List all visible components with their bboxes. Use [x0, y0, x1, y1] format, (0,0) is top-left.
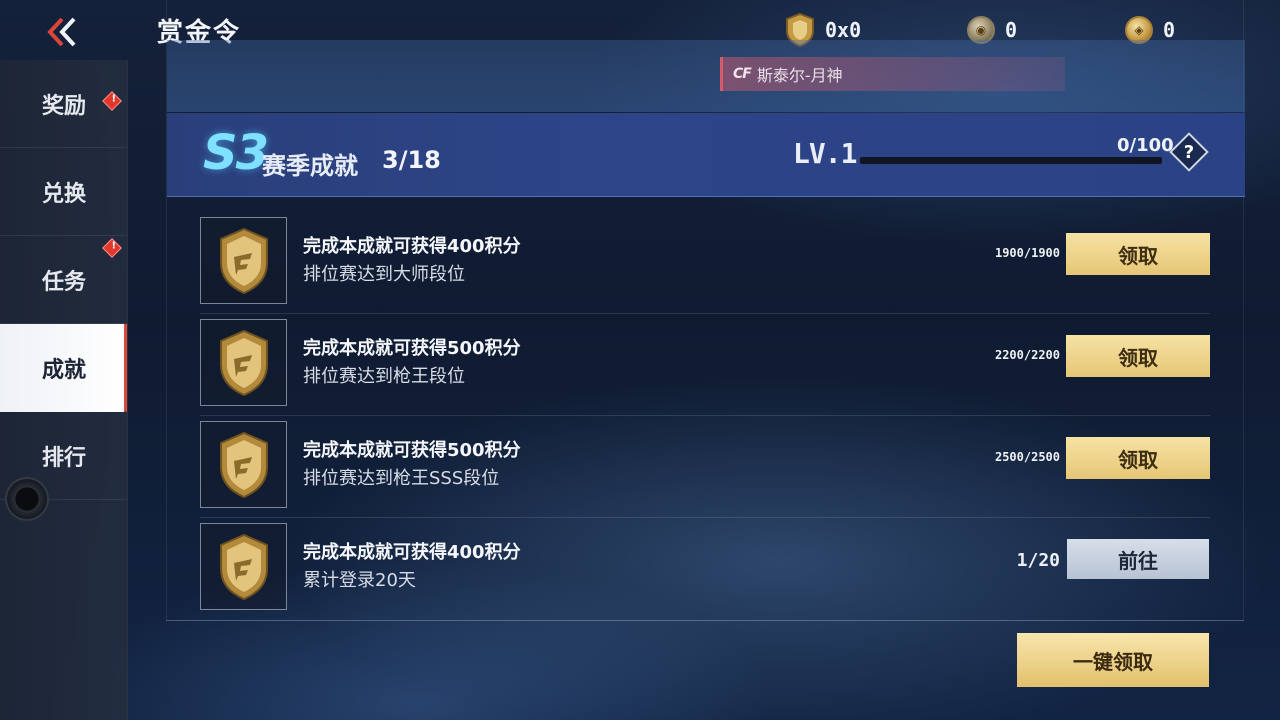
season-code: S3	[203, 125, 269, 181]
achievement-list: 完成本成就可获得400积分 排位赛达到大师段位 1900/1900 领取 完成本…	[200, 212, 1210, 620]
claim-button[interactable]: 领取	[1066, 233, 1210, 275]
list-item: 完成本成就可获得500积分 排位赛达到枪王SSS段位 2500/2500 领取	[200, 416, 1210, 518]
season-count: 3/18	[382, 146, 441, 174]
main-panel: CF 斯泰尔-月神 S3 赛季成就 3/18 LV.1 0/100 ? 完成本成…	[166, 0, 1245, 620]
claim-button[interactable]: 领取	[1066, 335, 1210, 377]
achievement-title: 完成本成就可获得500积分	[303, 338, 521, 359]
achievement-badge	[200, 217, 287, 304]
help-button[interactable]: ?	[1169, 132, 1209, 172]
claim-all-button[interactable]: 一键领取	[1017, 633, 1209, 687]
weapon-name: 斯泰尔-月神	[756, 66, 843, 85]
claim-button[interactable]: 领取	[1066, 437, 1210, 479]
sidebar-item-achievements[interactable]: 成就	[0, 324, 127, 412]
sidebar-item-label: 成就	[42, 357, 87, 383]
floating-joystick[interactable]	[5, 477, 49, 521]
alert-icon: !	[102, 238, 122, 258]
list-item: 完成本成就可获得400积分 排位赛达到大师段位 1900/1900 领取	[200, 212, 1210, 314]
gold-shield-badge-icon	[219, 431, 268, 498]
xp-text: 0/100	[1117, 135, 1174, 156]
achievement-desc: 排位赛达到枪王段位	[303, 366, 465, 387]
achievement-desc: 累计登录20天	[303, 570, 416, 591]
season-bar: S3 赛季成就 3/18 LV.1 0/100 ?	[167, 113, 1245, 197]
season-label: 赛季成就	[262, 152, 358, 180]
sidebar-item-label: 兑换	[42, 181, 87, 207]
gold-shield-badge-icon	[219, 329, 268, 396]
sidebar-item-tasks[interactable]: 任务 !	[0, 236, 127, 324]
achievement-badge	[200, 421, 287, 508]
list-item: 完成本成就可获得400积分 累计登录20天 1/20 前往	[200, 518, 1210, 620]
achievement-progress: 1900/1900	[994, 246, 1060, 260]
achievement-desc: 排位赛达到大师段位	[303, 264, 465, 285]
achievement-title: 完成本成就可获得400积分	[303, 542, 521, 563]
sidebar-item-label: 奖励	[42, 93, 87, 119]
gold-shield-badge-icon	[219, 533, 268, 600]
xp-progress-bar	[860, 157, 1162, 164]
achievement-badge	[200, 319, 287, 406]
double-chevron-left-icon	[47, 17, 76, 47]
gold-shield-badge-icon	[219, 227, 268, 294]
achievement-desc: 排位赛达到枪王SSS段位	[303, 468, 500, 489]
list-item: 完成本成就可获得500积分 排位赛达到枪王段位 2200/2200 领取	[200, 314, 1210, 416]
achievement-title: 完成本成就可获得400积分	[303, 236, 521, 257]
divider	[166, 620, 1244, 621]
go-button[interactable]: 前往	[1067, 539, 1209, 579]
achievement-progress: 2200/2200	[994, 348, 1060, 362]
level-text: LV.1	[793, 137, 857, 170]
achievement-progress: 2500/2500	[994, 450, 1060, 464]
weapon-name-tag: CF 斯泰尔-月神	[720, 57, 1065, 91]
cf-logo-icon: CF	[733, 66, 752, 82]
achievement-title: 完成本成就可获得500积分	[303, 440, 521, 461]
sidebar-item-label: 任务	[42, 269, 87, 295]
sidebar-item-rewards[interactable]: 奖励 !	[0, 60, 127, 148]
banner-strip	[167, 40, 1245, 112]
sidebar-item-exchange[interactable]: 兑换	[0, 148, 127, 236]
alert-icon: !	[102, 91, 122, 111]
back-button[interactable]	[38, 12, 86, 52]
question-icon: ?	[1183, 141, 1195, 163]
sidebar-item-label: 排行	[42, 445, 87, 471]
sidebar: 奖励 ! 兑换 任务 ! 成就 排行	[0, 60, 128, 720]
achievement-badge	[200, 523, 287, 610]
achievement-progress: 1/20	[1016, 550, 1060, 571]
